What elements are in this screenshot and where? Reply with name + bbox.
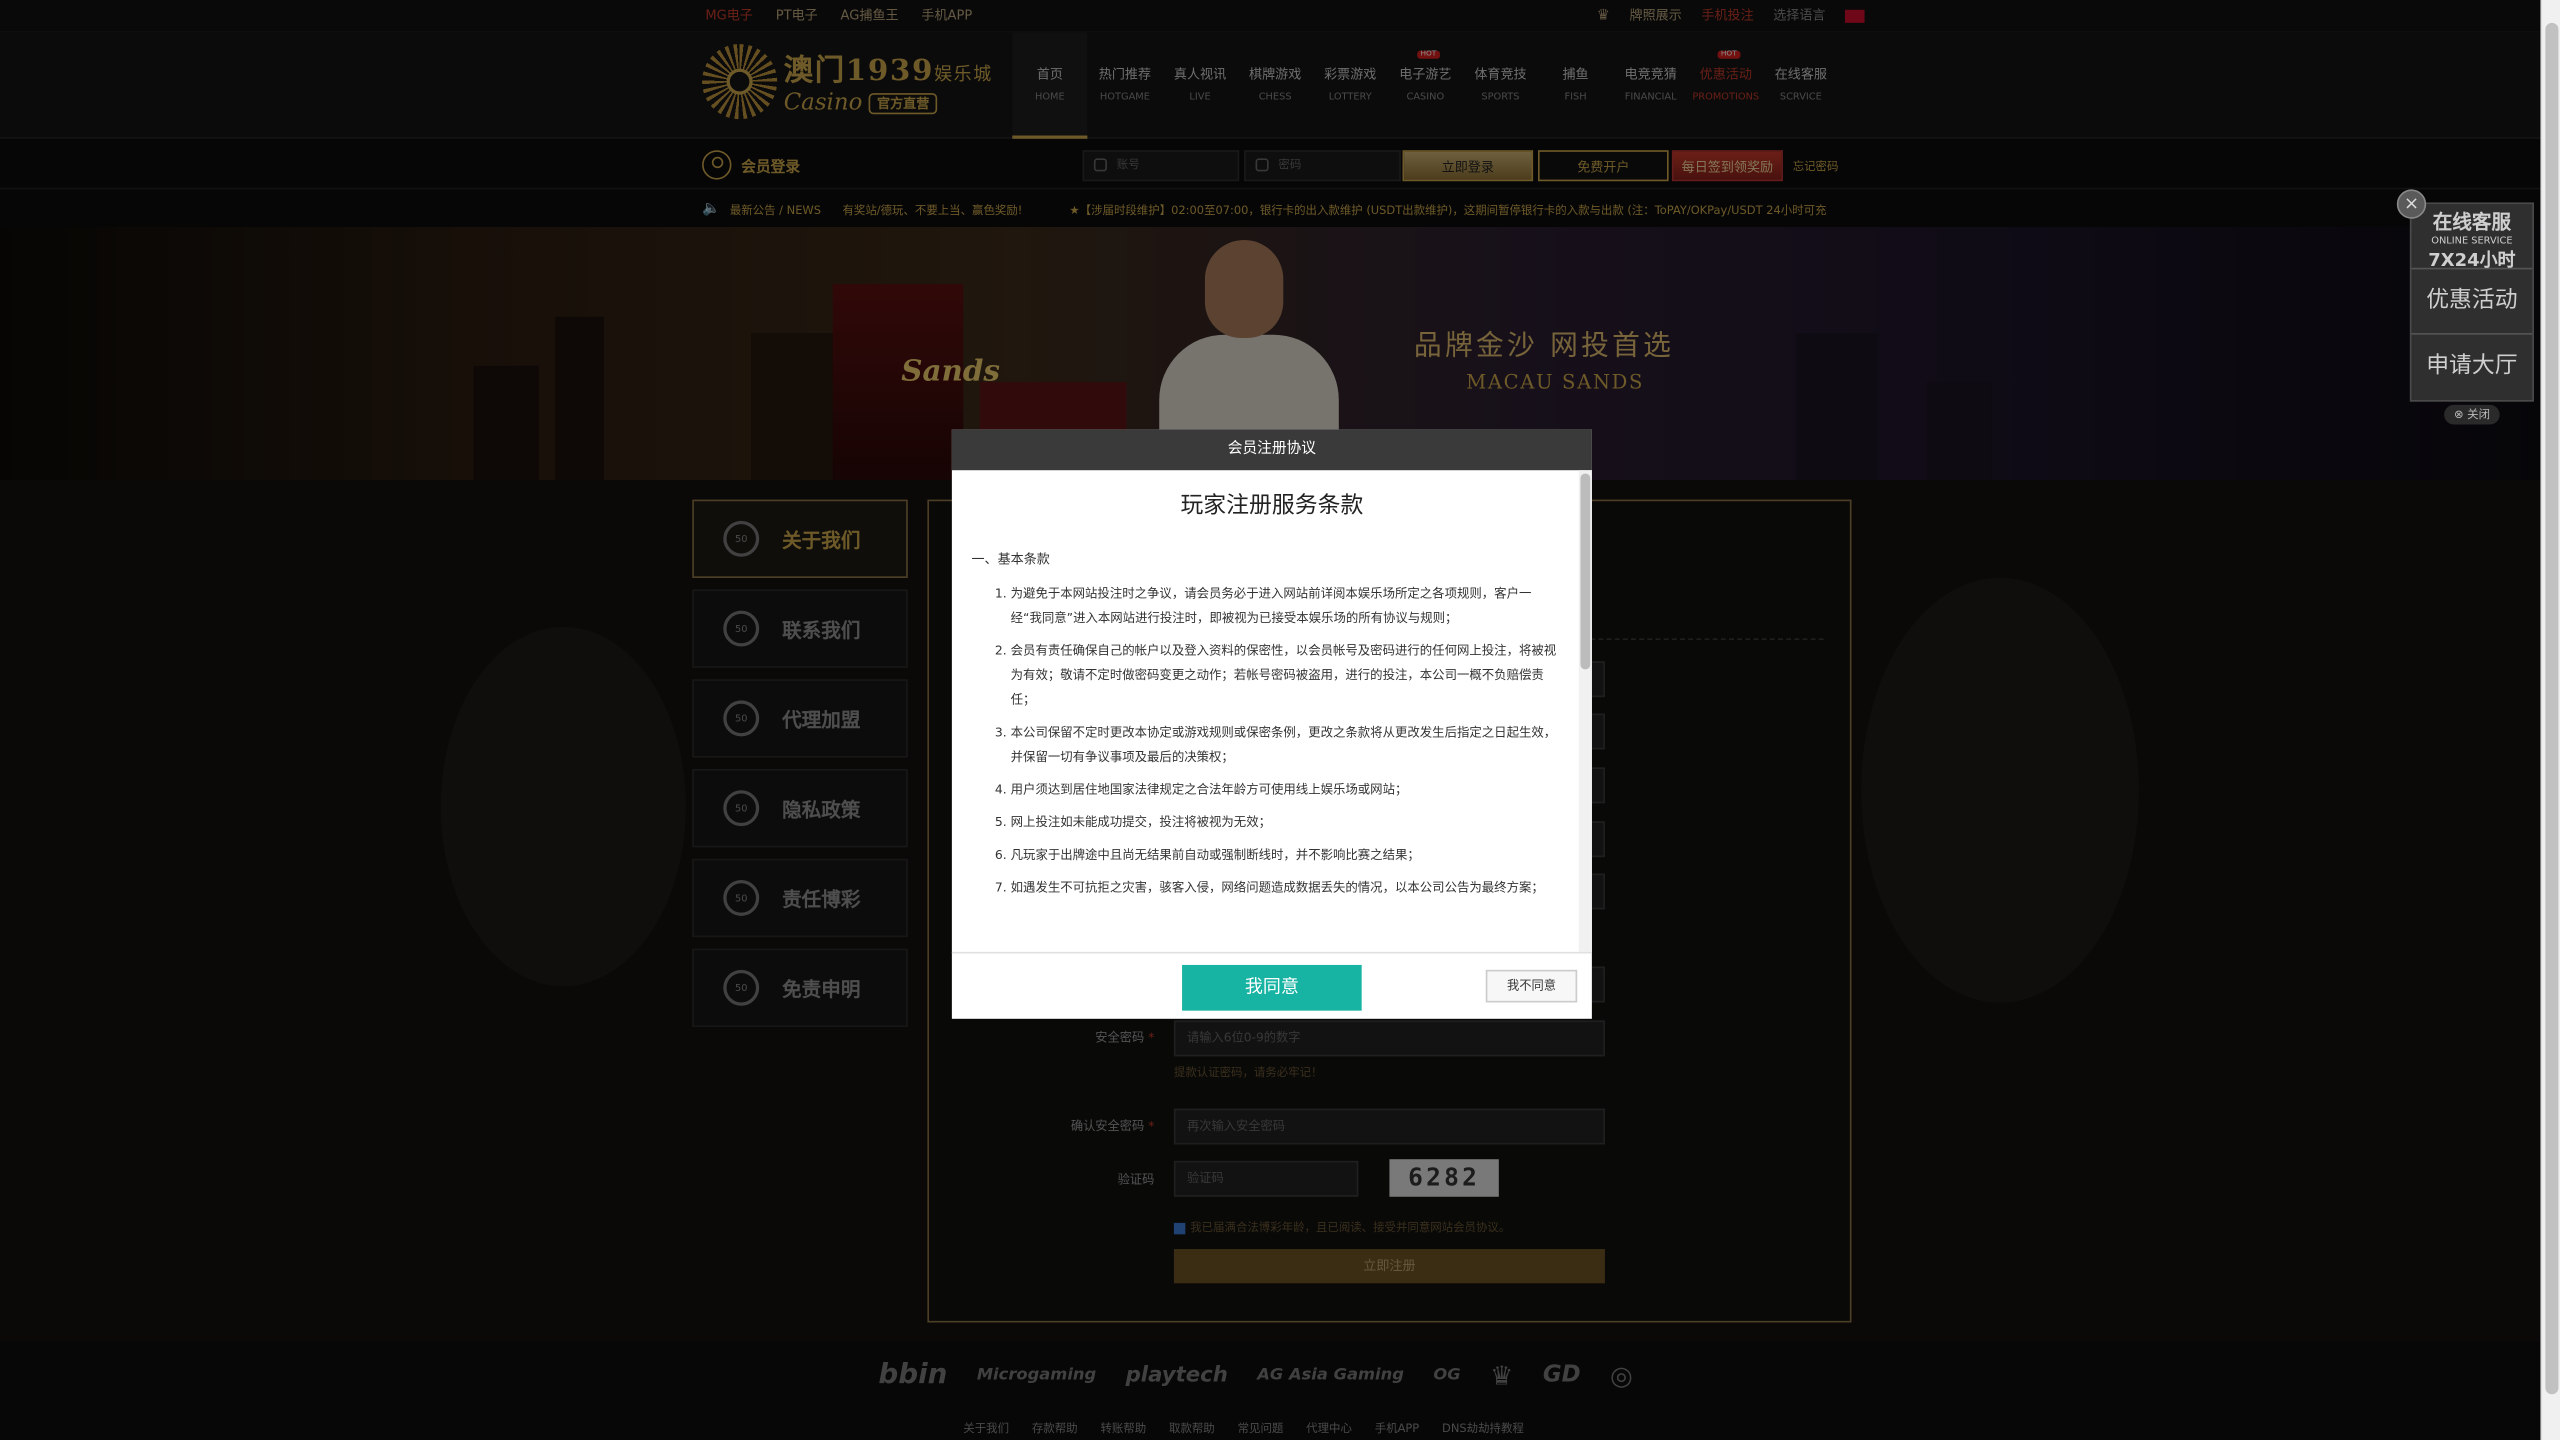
terms-item: 为避免于本网站投注时之争议，请会员务必于进入网站前详阅本娱乐场所定之各项规则，客… xyxy=(1011,581,1560,630)
disagree-button[interactable]: 我不同意 xyxy=(1485,969,1578,1003)
page: MG电子 PT电子 AG捕鱼王 手机APP ♛ 牌照展示 手机投注 选择语言 澳… xyxy=(0,0,2560,1440)
float-promo-button[interactable]: 优惠活动 xyxy=(2411,269,2533,335)
modal-scrollbar[interactable] xyxy=(1578,470,1592,952)
floating-service-panel: × 在线客服 ONLINE SERVICE 7X24小时 优惠活动 申请大厅 xyxy=(2396,189,2534,402)
terms-item: 本公司保留不定时更改本协定或游戏规则或保密条例，更改之条款将从更改发生后指定之日… xyxy=(1011,720,1560,769)
terms-item: 用户须达到居住地国家法律规定之合法年龄方可使用线上娱乐场或网站； xyxy=(1011,777,1560,801)
agree-button[interactable]: 我同意 xyxy=(1182,964,1362,1011)
terms-item: 网上投注如未能成功提交，投注将被视为无效； xyxy=(1011,810,1560,834)
terms-list: 为避免于本网站投注时之争议，请会员务必于进入网站前详阅本娱乐场所定之各项规则，客… xyxy=(1011,581,1573,899)
modal-header: 会员注册协议 xyxy=(951,429,1592,471)
close-icon[interactable]: × xyxy=(2396,189,2427,219)
modal-section: 一、基本条款 xyxy=(971,551,1050,567)
float-apply-button[interactable]: 申请大厅 xyxy=(2411,335,2532,400)
online-service-button[interactable]: 在线客服 ONLINE SERVICE 7X24小时 xyxy=(2411,204,2533,271)
page-scrollbar[interactable] xyxy=(2540,0,2560,1440)
modal-title: 玩家注册服务条款 xyxy=(1180,493,1364,520)
modal-footer: 我同意 我不同意 xyxy=(951,951,1592,1019)
scrollbar-thumb[interactable] xyxy=(2545,22,2559,1395)
modal-body[interactable]: 玩家注册服务条款 一、基本条款 为避免于本网站投注时之争议，请会员务必于进入网站… xyxy=(952,470,1592,952)
float-close-button[interactable]: ⊗ 关闭 xyxy=(2444,404,2500,425)
agreement-modal: 会员注册协议 玩家注册服务条款 一、基本条款 为避免于本网站投注时之争议，请会员… xyxy=(951,429,1592,1019)
terms-item: 凡玩家于出牌途中且尚无结果前自动或强制断线时，并不影响比赛之结果； xyxy=(1011,842,1560,866)
terms-item: 会员有责任确保自己的帐户以及登入资料的保密性，以会员帐号及密码进行的任何网上投注… xyxy=(1011,638,1560,711)
terms-item: 如遇发生不可抗拒之灾害，骇客入侵，网络问题造成数据丢失的情况，以本公司公告为最终… xyxy=(1011,875,1560,899)
